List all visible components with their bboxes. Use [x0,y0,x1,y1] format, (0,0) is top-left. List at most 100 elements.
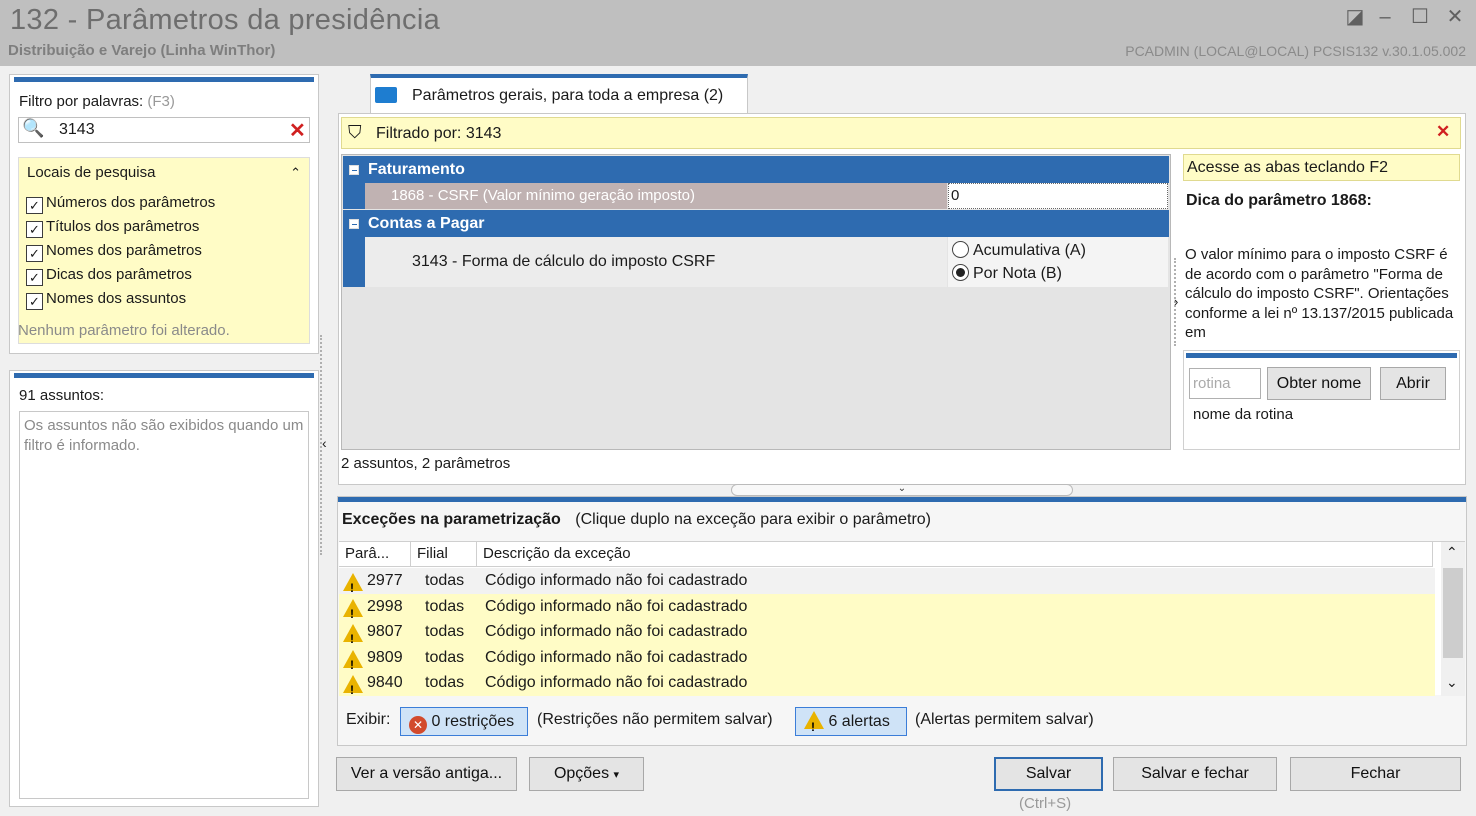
location-option[interactable]: ✓ Dicas dos parâmetros [19,263,309,287]
collapse-left-icon[interactable]: ‹ [322,435,327,451]
search-locations: Locais de pesquisa ⌃ ✓ Números dos parâme… [18,157,310,344]
checkbox-icon[interactable]: ✓ [26,197,43,214]
old-version-button[interactable]: Ver a versão antiga... [336,757,517,791]
col-description[interactable]: Descrição da exceção [477,542,1433,566]
radio-selected-icon [952,264,969,281]
chevron-down-icon[interactable]: ⌄ [898,483,906,494]
expand-right-icon[interactable]: › [1174,294,1178,309]
edit-icon[interactable]: ◪ [1340,4,1370,30]
filter-text: Filtrado por: 3143 [376,125,502,142]
filter-shortcut: (F3) [147,93,175,110]
get-name-button[interactable]: Obter nome [1267,367,1371,400]
filter-label: Filtro por palavras: (F3) [19,93,175,110]
param-row-3143[interactable]: 3143 - Forma de cálculo do imposto CSRF [365,237,947,287]
save-shortcut: (Ctrl+S) [1019,795,1072,812]
param-row-1868[interactable]: 1868 - CSRF (Valor mínimo geração impost… [365,183,947,209]
search-box[interactable]: 🔍 3143 ✕ [18,117,310,143]
cell-branch: todas [425,623,465,640]
exceptions-panel: Exceções na parametrização (Clique duplo… [337,496,1467,746]
subjects-list[interactable]: Os assuntos não são exibidos quando um f… [19,411,309,799]
warning-icon [343,598,363,627]
collapse-group-icon[interactable] [349,219,359,229]
locations-header[interactable]: Locais de pesquisa ⌃ [19,158,309,188]
folder-icon [375,87,397,103]
open-button[interactable]: Abrir [1380,367,1446,400]
save-button[interactable]: Salvar [994,757,1103,791]
param-label: 1868 - CSRF (Valor mínimo geração impost… [391,187,695,204]
option-label: Acumulativa (A) [973,242,1086,259]
location-option[interactable]: ✓ Títulos dos parâmetros [19,215,309,239]
option-por-nota[interactable]: Por Nota (B) [952,264,1062,283]
checkbox-icon[interactable]: ✓ [26,269,43,286]
alerts-label: 6 alertas [828,713,890,730]
param-value-input[interactable]: 0 [948,183,1168,209]
option-acumulativa[interactable]: Acumulativa (A) [952,241,1086,260]
location-label: Nomes dos parâmetros [46,242,202,259]
options-button[interactable]: Opções ▾ [529,757,644,791]
collapse-icon[interactable]: ⌃ [290,158,301,188]
cell-param: 2977 [367,572,403,589]
subjects-note: Os assuntos não são exibidos quando um f… [24,417,304,454]
clear-filter-icon[interactable]: ✕ [1436,122,1450,142]
table-row[interactable]: 2998 todas Código informado não foi cadast… [339,593,1435,627]
table-row[interactable]: 9807 todas Código informado não foi cadast… [339,619,1435,652]
group-name: Faturamento [368,161,465,178]
collapse-group-icon[interactable] [349,165,359,175]
table-body: 2977 todas Código informado não foi cadast… [339,568,1435,703]
subjects-panel: 91 assuntos: Os assuntos não são exibido… [9,370,319,807]
alerts-button[interactable]: 6 alertas [795,707,907,741]
location-label: Dicas dos parâmetros [46,266,192,283]
group-faturamento[interactable]: Faturamento [343,156,1169,183]
location-option[interactable]: ✓ Nomes dos parâmetros [19,239,309,263]
cell-branch: todas [425,674,465,691]
tab-general-params[interactable]: Parâmetros gerais, para toda a empresa (… [370,74,748,114]
window-subtitle: Distribuição e Varejo (Linha WinThor) [8,42,276,59]
window-title: 132 - Parâmetros da presidência [10,4,441,36]
restrictions-label: 0 restrições [431,713,515,730]
group-contas-pagar[interactable]: Contas a Pagar [343,210,1169,237]
scroll-thumb[interactable] [1443,568,1463,658]
cell-branch: todas [425,648,465,666]
horizontal-splitter[interactable]: ⌄ [731,484,1073,496]
error-icon: ✕ [409,716,427,734]
table-header: Parâ... Filial Descrição da exceção [339,542,1433,567]
cell-param: 2998 [367,597,403,615]
warning-icon [804,711,824,741]
checkbox-icon[interactable]: ✓ [26,293,43,310]
location-option[interactable]: ✓ Números dos parâmetros [19,191,309,215]
minimize-icon[interactable]: – [1370,4,1400,30]
table-row[interactable]: 2977 todas Código informado não foi cadast… [339,568,1435,601]
col-param[interactable]: Parâ... [339,542,411,566]
group-indent [343,237,365,287]
cell-param: 9840 [367,674,403,691]
close-button[interactable]: Fechar [1290,757,1461,791]
vertical-splitter[interactable]: ‹ [320,335,330,555]
vertical-scrollbar[interactable]: ⌃ ⌄ [1441,542,1465,696]
grid-summary: 2 assuntos, 2 parâmetros [341,455,511,472]
cell-param: 9807 [367,623,403,640]
close-icon[interactable]: ✕ [1440,4,1470,30]
scroll-down-icon[interactable]: ⌄ [1446,674,1458,691]
cell-description: Código informado não foi cadastrado [485,597,748,615]
location-option[interactable]: ✓ Nomes dos assuntos [19,287,309,311]
group-name: Contas a Pagar [368,215,485,232]
hint-splitter[interactable]: › [1174,258,1182,346]
group-indent [343,183,365,209]
scroll-up-icon[interactable]: ⌃ [1446,544,1458,561]
locations-list: ✓ Números dos parâmetros ✓ Títulos dos parâ… [19,191,309,311]
table-row[interactable]: 9809 todas Código informado não foi cadast… [339,644,1435,678]
routine-input[interactable]: rotina [1189,368,1261,399]
checkbox-icon[interactable]: ✓ [26,221,43,238]
save-close-button[interactable]: Salvar e fechar [1113,757,1277,791]
exceptions-title: Exceções na parametrização [342,511,561,528]
search-input[interactable]: 3143 [59,121,95,139]
maximize-icon[interactable]: ☐ [1405,4,1435,30]
col-branch[interactable]: Filial [411,542,477,566]
checkbox-icon[interactable]: ✓ [26,245,43,262]
cell-branch: todas [425,572,465,589]
warning-icon [343,649,363,678]
table-row[interactable]: 9840 todas Código informado não foi cadast… [339,670,1435,703]
restrictions-button[interactable]: ✕ 0 restrições [400,707,528,736]
clear-search-icon[interactable]: ✕ [289,118,306,143]
alerts-note: (Alertas permitem salvar) [915,711,1094,728]
